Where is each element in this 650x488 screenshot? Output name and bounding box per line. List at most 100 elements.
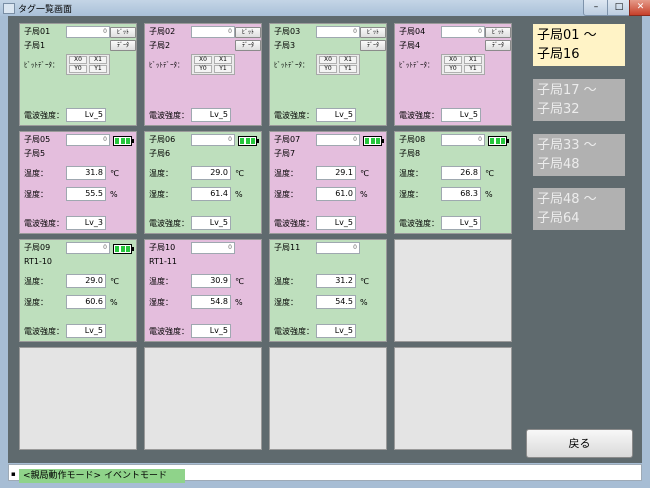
battery-segment <box>115 138 119 144</box>
humidity-label: 湿度： <box>24 298 48 307</box>
bit-x1: X1 <box>214 56 232 64</box>
signal-strength-field[interactable]: Lv_5 <box>66 108 106 122</box>
range-button-2[interactable]: 子局17 〜子局32 <box>533 79 625 121</box>
humidity-field[interactable]: 54.8 <box>191 295 231 309</box>
bit-x0: X0 <box>69 56 87 64</box>
battery-icon <box>363 136 384 146</box>
temperature-field[interactable]: 30.9 <box>191 274 231 288</box>
bit-button[interactable]: ﾋﾞｯﾄ <box>235 27 261 38</box>
data-button[interactable]: ﾃﾞｰﾀ <box>110 40 136 51</box>
signal-strength-field[interactable]: Lv_3 <box>66 216 106 230</box>
signal-strength-label: 電波強度： <box>149 111 189 120</box>
range-start-label: 子局01 〜 <box>537 28 597 43</box>
humidity-label: 湿度： <box>274 190 298 199</box>
range-button-3[interactable]: 子局33 〜子局48 <box>533 134 625 176</box>
signal-strength-field[interactable]: Lv_5 <box>191 216 231 230</box>
signal-strength-field[interactable]: Lv_5 <box>316 108 356 122</box>
bit-button[interactable]: ﾋﾞｯﾄ <box>110 27 136 38</box>
humidity-field[interactable]: 61.0 <box>316 187 356 201</box>
maximize-button[interactable]: □ <box>607 0 631 16</box>
tag-cell[interactable]: 子局07 0 子局7 温度： 29.1 ℃ 湿度： 61.0% 電波強度： Lv_5 <box>269 131 387 234</box>
bit-button[interactable]: ﾋﾞｯﾄ <box>485 27 511 38</box>
celsius-unit: ℃ <box>360 169 369 178</box>
bit-y1: Y1 <box>339 65 357 73</box>
signal-strength-label: 電波強度： <box>149 327 189 336</box>
range-button-1[interactable]: 子局01 〜子局16 <box>533 24 625 66</box>
range-button-4[interactable]: 子局48 〜子局64 <box>533 188 625 230</box>
battery-segment <box>126 138 130 144</box>
signal-strength-field[interactable]: Lv_5 <box>191 324 231 338</box>
temperature-label: 温度： <box>149 169 173 178</box>
tag-cell[interactable]: 子局10 0 RT1-11 温度： 30.9 ℃ 湿度： 54.8% 電波強度： Lv_5 <box>144 239 262 342</box>
tag-cell[interactable]: 子局11 0 温度： 31.2 ℃ 湿度： 54.5% 電波強度： Lv_5 <box>269 239 387 342</box>
humidity-field[interactable]: 68.3 <box>441 187 481 201</box>
signal-strength-field[interactable]: Lv_5 <box>316 324 356 338</box>
tag-cell[interactable]: 子局02 0 子局2 ﾋﾞｯﾄ ﾃﾞｰﾀ ﾋﾞｯﾄﾃﾞｰﾀ： X0 X1 Y0 Y1 電波強度： Lv… <box>144 23 262 126</box>
temperature-field[interactable]: 31.2 <box>316 274 356 288</box>
temperature-field[interactable]: 29.0 <box>66 274 106 288</box>
range-end-label: 子局16 <box>537 47 580 62</box>
tag-id-field[interactable]: 0 <box>66 134 110 146</box>
status-panel: ▪ <親局動作モード> イベントモード <box>8 464 642 483</box>
tag-cell[interactable]: 子局04 0 子局4 ﾋﾞｯﾄ ﾃﾞｰﾀ ﾋﾞｯﾄﾃﾞｰﾀ： X0 X1 Y0 Y1 電波強度： Lv… <box>394 23 512 126</box>
celsius-unit: ℃ <box>235 277 244 286</box>
tag-id-field[interactable]: 0 <box>66 242 110 254</box>
humidity-field[interactable]: 61.4 <box>191 187 231 201</box>
signal-strength-label: 電波強度： <box>24 219 64 228</box>
tag-cell[interactable]: 子局08 0 子局8 温度： 26.8 ℃ 湿度： 68.3% 電波強度： Lv_5 <box>394 131 512 234</box>
battery-segment <box>115 246 119 252</box>
temperature-field[interactable]: 26.8 <box>441 166 481 180</box>
minimize-button[interactable]: – <box>583 0 609 16</box>
humidity-field[interactable]: 54.5 <box>316 295 356 309</box>
signal-strength-field[interactable]: Lv_5 <box>441 216 481 230</box>
signal-strength-field[interactable]: Lv_5 <box>191 108 231 122</box>
humidity-label: 湿度： <box>24 190 48 199</box>
tag-name-label: 子局1 <box>24 41 46 50</box>
empty-tag-cell <box>144 347 262 450</box>
temperature-field[interactable]: 29.1 <box>316 166 356 180</box>
signal-strength-label: 電波強度： <box>399 219 439 228</box>
tag-cell[interactable]: 子局01 0 子局1 ﾋﾞｯﾄ ﾃﾞｰﾀ ﾋﾞｯﾄﾃﾞｰﾀ： X0 X1 Y0 Y1 電波強度： Lv… <box>19 23 137 126</box>
close-button[interactable]: ✕ <box>629 0 650 16</box>
tag-id-field[interactable]: 0 <box>66 26 110 38</box>
bit-button[interactable]: ﾋﾞｯﾄ <box>360 27 386 38</box>
tag-cell[interactable]: 子局06 0 子局6 温度： 29.0 ℃ 湿度： 61.4% 電波強度： Lv_5 <box>144 131 262 234</box>
humidity-field[interactable]: 60.6 <box>66 295 106 309</box>
signal-strength-field[interactable]: Lv_5 <box>441 108 481 122</box>
tag-id-field[interactable]: 0 <box>441 134 485 146</box>
tag-cell[interactable]: 子局09 0 RT1-10 温度： 29.0 ℃ 湿度： 60.6% 電波強度： Lv_5 <box>19 239 137 342</box>
tag-id-field[interactable]: 0 <box>191 242 235 254</box>
tag-id-field[interactable]: 0 <box>191 134 235 146</box>
battery-cap <box>507 139 509 143</box>
tag-name-label: 子局2 <box>149 41 171 50</box>
humidity-field[interactable]: 55.5 <box>66 187 106 201</box>
data-button[interactable]: ﾃﾞｰﾀ <box>235 40 261 51</box>
battery-segment <box>495 138 500 144</box>
data-button[interactable]: ﾃﾞｰﾀ <box>360 40 386 51</box>
tag-id-field[interactable]: 0 <box>316 26 360 38</box>
tag-cell[interactable]: 子局03 0 子局3 ﾋﾞｯﾄ ﾃﾞｰﾀ ﾋﾞｯﾄﾃﾞｰﾀ： X0 X1 Y0 Y1 電波強度： Lv… <box>269 23 387 126</box>
tag-id-field[interactable]: 0 <box>191 26 235 38</box>
battery-segment <box>126 246 130 252</box>
percent-unit: % <box>110 298 118 307</box>
tag-id-field[interactable]: 0 <box>316 134 360 146</box>
bitdata-label: ﾋﾞｯﾄﾃﾞｰﾀ： <box>274 61 309 69</box>
signal-strength-field[interactable]: Lv_5 <box>316 216 356 230</box>
temperature-field[interactable]: 31.8 <box>66 166 106 180</box>
bit-x1: X1 <box>464 56 482 64</box>
mode-status: <親局動作モード> イベントモード <box>19 469 185 483</box>
data-button[interactable]: ﾃﾞｰﾀ <box>485 40 511 51</box>
signal-strength-field[interactable]: Lv_5 <box>66 324 106 338</box>
tag-id-field[interactable]: 0 <box>441 26 485 38</box>
tag-id-label: 子局08 <box>399 135 426 144</box>
bit-y0: Y0 <box>444 65 462 73</box>
tag-name-label: 子局4 <box>399 41 421 50</box>
battery-icon <box>113 136 134 146</box>
temperature-field[interactable]: 29.0 <box>191 166 231 180</box>
back-button[interactable]: 戻る <box>526 429 633 458</box>
tag-cell[interactable]: 子局05 0 子局5 温度： 31.8 ℃ 湿度： 55.5% 電波強度： Lv_3 <box>19 131 137 234</box>
tag-id-field[interactable]: 0 <box>316 242 360 254</box>
tag-name-label: 子局8 <box>399 149 421 158</box>
bitdata-label: ﾋﾞｯﾄﾃﾞｰﾀ： <box>399 61 434 69</box>
signal-strength-label: 電波強度： <box>274 111 314 120</box>
